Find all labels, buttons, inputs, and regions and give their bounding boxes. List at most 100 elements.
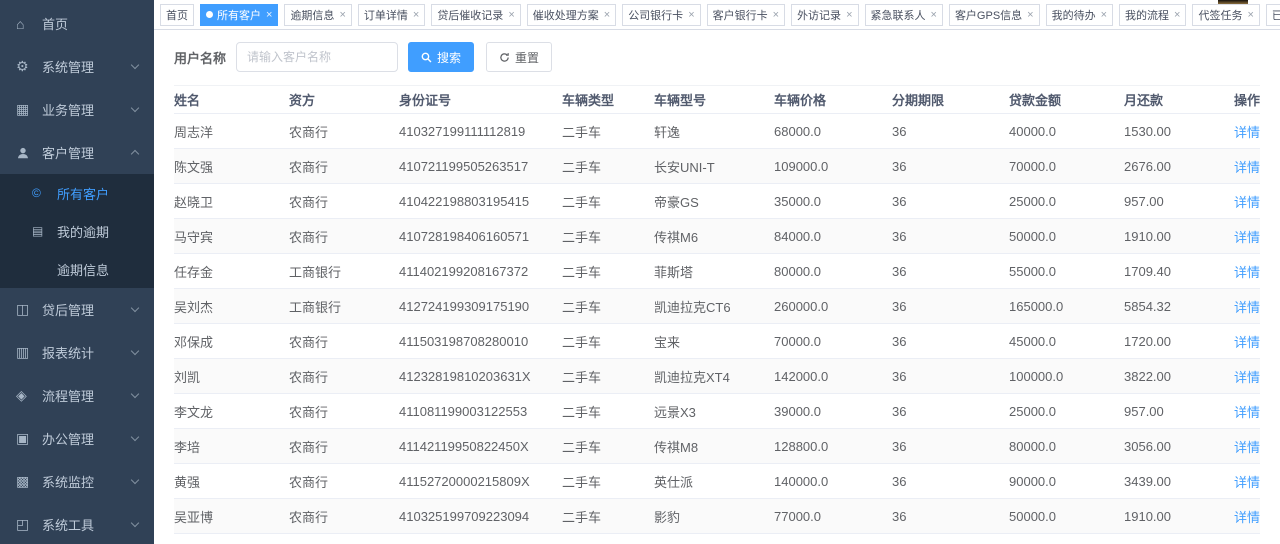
detail-link[interactable]: 详情 [1234,160,1260,175]
sidebar-item-all-customers[interactable]: © 所有客户 [0,174,154,212]
monitor-icon: ▩ [16,473,38,490]
chart-icon: ▥ [16,344,38,361]
tab-collection-records[interactable]: 贷后催收记录 × [431,4,520,26]
sidebar-item-customer-mgmt[interactable]: 客户管理 [0,131,154,174]
tab-bar: 首页 所有客户 × 逾期信息 × 订单详情 × 贷后催收记录 × 催收处理方案 … [154,0,1280,30]
tab-close-icon[interactable]: × [604,9,610,21]
tab-customer-bank-card[interactable]: 客户银行卡 × [707,4,785,26]
tab-close-icon[interactable]: × [688,9,694,21]
tab-all-customers[interactable]: 所有客户 × [200,4,278,26]
tab-close-icon[interactable]: × [1101,9,1107,21]
table-row: 赵晓卫 农商行 410422198803195415 二手车 帝豪GS 3500… [174,184,1260,219]
tab-company-bank-card[interactable]: 公司银行卡 × [622,4,700,26]
cell-loan-amount: 100000.0 [1009,359,1124,394]
col-name: 姓名 [174,86,289,114]
sidebar-item-office-mgmt[interactable]: ▣ 办公管理 [0,417,154,460]
sidebar-item-home[interactable]: ⌂ 首页 [0,2,154,45]
cell-monthly-payment: 1530.00 [1124,114,1196,149]
col-vehicle-type: 车辆类型 [562,86,654,114]
cell-vehicle-type: 二手车 [562,219,654,254]
detail-link[interactable]: 详情 [1234,405,1260,420]
cell-vehicle-type: 二手车 [562,114,654,149]
cell-monthly-payment: 3056.00 [1124,429,1196,464]
col-loan-amount: 贷款金额 [1009,86,1124,114]
chevron-down-icon [131,433,139,441]
cell-loan-amount: 165000.0 [1009,289,1124,324]
user-icon [16,146,38,160]
cell-vehicle-model: 轩逸 [654,114,774,149]
table-row: 吴亚博 农商行 410325199709223094 二手车 影豹 77000.… [174,499,1260,534]
customer-name-input[interactable] [236,42,398,72]
tab-close-icon[interactable]: × [773,9,779,21]
sidebar-item-process-mgmt[interactable]: ◈ 流程管理 [0,374,154,417]
cell-monthly-payment: 1910.00 [1124,499,1196,534]
search-button[interactable]: 搜索 [408,42,474,72]
cell-vehicle-type: 二手车 [562,289,654,324]
cell-funder: 农商行 [289,359,399,394]
tab-close-icon[interactable]: × [931,9,937,21]
cell-term: 36 [892,324,1009,359]
gear-icon: ⚙ [16,58,38,75]
cell-name: 任存金 [174,254,289,289]
tab-customer-gps[interactable]: 客户GPS信息 × [949,4,1040,26]
chevron-down-icon [131,61,139,69]
cell-vehicle-model: 菲斯塔 [654,254,774,289]
cell-loan-amount: 50000.0 [1009,499,1124,534]
detail-link[interactable]: 详情 [1234,335,1260,350]
detail-link[interactable]: 详情 [1234,195,1260,210]
cell-vehicle-model: 远景X3 [654,394,774,429]
detail-link[interactable]: 详情 [1234,265,1260,280]
tab-collection-plan[interactable]: 催收处理方案 × [527,4,616,26]
tab-close-icon[interactable]: × [508,9,514,21]
tab-done-tasks[interactable]: 已办任务 × [1266,4,1280,26]
tab-sign-tasks[interactable]: 代签任务 × [1192,4,1259,26]
sidebar-item-my-overdue[interactable]: ▤ 我的逾期 [0,212,154,250]
tab-close-icon[interactable]: × [266,9,272,21]
sidebar-item-overdue-info[interactable]: 逾期信息 [0,250,154,288]
detail-link[interactable]: 详情 [1234,300,1260,315]
chevron-down-icon [131,347,139,355]
tab-close-icon[interactable]: × [1027,9,1033,21]
detail-link[interactable]: 详情 [1234,475,1260,490]
tab-order-details[interactable]: 订单详情 × [358,4,425,26]
notebook-icon: ▤ [32,224,53,238]
tab-close-icon[interactable]: × [339,9,345,21]
tab-close-icon[interactable]: × [846,9,852,21]
tab-my-process[interactable]: 我的流程 × [1119,4,1186,26]
detail-link[interactable]: 详情 [1234,440,1260,455]
chevron-down-icon [131,104,139,112]
cell-vehicle-model: 宝来 [654,324,774,359]
sidebar-item-postloan-mgmt[interactable]: ◫ 贷后管理 [0,288,154,331]
cell-funder: 工商银行 [289,254,399,289]
detail-link[interactable]: 详情 [1234,125,1260,140]
detail-link[interactable]: 详情 [1234,510,1260,525]
tab-close-icon[interactable]: × [1174,9,1180,21]
cell-funder: 农商行 [289,429,399,464]
cell-monthly-payment: 957.00 [1124,394,1196,429]
detail-link[interactable]: 详情 [1234,230,1260,245]
sidebar-item-report-stats[interactable]: ▥ 报表统计 [0,331,154,374]
tab-visit-records[interactable]: 外访记录 × [791,4,858,26]
toolbox-icon: ◰ [16,516,38,533]
sidebar-item-business-mgmt[interactable]: ▦ 业务管理 [0,88,154,131]
cell-funder: 农商行 [289,499,399,534]
tab-close-icon[interactable]: × [413,9,419,21]
cell-loan-amount: 90000.0 [1009,464,1124,499]
tab-home[interactable]: 首页 [160,4,194,26]
cell-monthly-payment: 2676.00 [1124,149,1196,184]
sidebar-item-system-tools[interactable]: ◰ 系统工具 [0,503,154,544]
detail-link[interactable]: 详情 [1234,370,1260,385]
sidebar-item-system-mgmt[interactable]: ⚙ 系统管理 [0,45,154,88]
table-row: 马守宾 农商行 410728198406160571 二手车 传祺M6 8400… [174,219,1260,254]
tab-my-todo[interactable]: 我的待办 × [1046,4,1113,26]
tab-overdue-info[interactable]: 逾期信息 × [284,4,351,26]
cell-id-number: 411503198708280010 [399,324,562,359]
sidebar-item-system-monitor[interactable]: ▩ 系统监控 [0,460,154,503]
cell-vehicle-model: 长安UNI-T [654,149,774,184]
tab-emergency-contacts[interactable]: 紧急联系人 × [865,4,943,26]
cell-id-number: 411081199003122553 [399,394,562,429]
reset-button[interactable]: 重置 [486,42,552,72]
cell-vehicle-type: 二手车 [562,254,654,289]
tab-close-icon[interactable]: × [1247,9,1253,21]
cell-term: 36 [892,289,1009,324]
